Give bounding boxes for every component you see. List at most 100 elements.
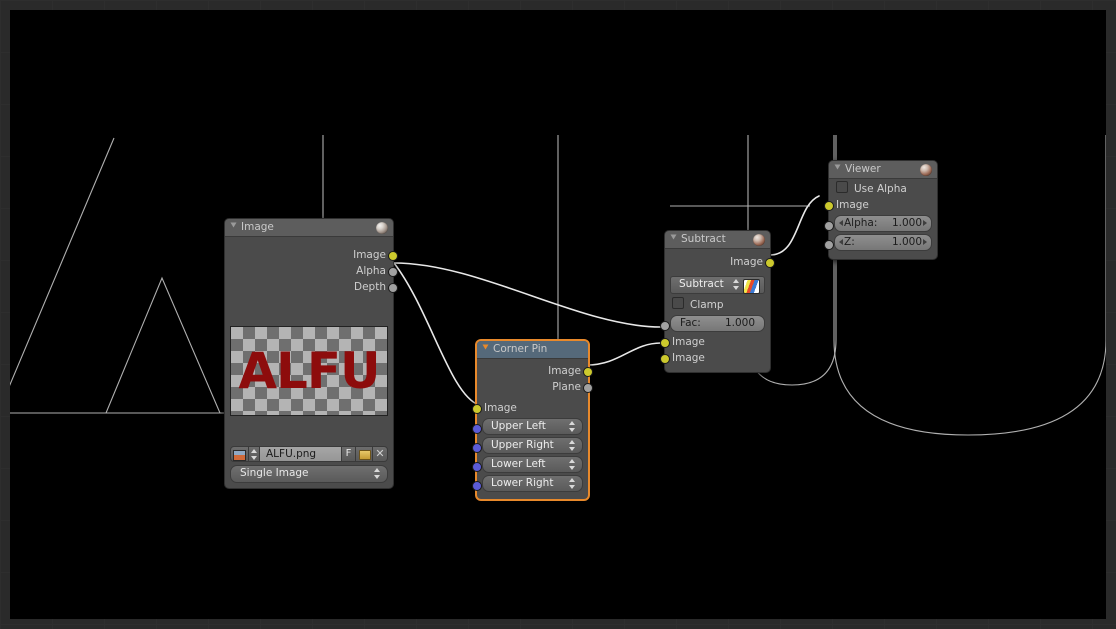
output-label-plane: Plane [552,381,581,393]
increment-arrow-icon[interactable] [923,239,927,245]
input-socket-lower-right[interactable] [472,481,482,491]
output-label-alpha: Alpha [356,265,386,277]
chevron-updown-icon[interactable] [569,459,576,470]
image-source-value: Single Image [240,467,309,479]
image-datablock-icon[interactable] [230,446,249,462]
upper-right-field[interactable]: Upper Right [482,437,583,454]
node-corner-pin-title: Corner Pin [493,343,548,355]
node-image-header[interactable]: Image [225,219,393,237]
input-socket-image-1[interactable] [660,338,670,348]
upper-right-label: Upper Right [491,439,554,451]
alpha-label: Alpha: [844,217,878,229]
z-value: 1.000 [891,236,922,248]
output-label-depth: Depth [354,281,386,293]
node-viewer[interactable]: Viewer Use Alpha Image Alpha: 1.000 Z: 1… [824,160,938,260]
use-alpha-checkbox-row[interactable]: Use Alpha [829,181,937,197]
upper-left-label: Upper Left [491,420,546,432]
node-subtract[interactable]: Subtract Image Subtract Clamp Fac: 1.000… [660,230,775,373]
input-row-image-2: Image [660,350,770,366]
input-socket-image[interactable] [472,404,482,414]
increment-arrow-icon[interactable] [923,220,927,226]
node-subtract-header[interactable]: Subtract [665,231,770,249]
node-image[interactable]: Image Image Alpha Depth ALFU ALFU.png F … [224,218,398,489]
output-socket-plane[interactable] [583,383,593,393]
z-field[interactable]: Z: 1.000 [834,234,932,251]
alpha-field[interactable]: Alpha: 1.000 [834,215,932,232]
fake-user-button[interactable]: F [342,446,356,462]
node-corner-pin-header[interactable]: Corner Pin [477,341,588,359]
decrement-arrow-icon[interactable] [839,220,843,226]
node-corner-pin[interactable]: Corner Pin Image Plane Image Upper Left … [472,340,593,500]
image-preview-text: ALFU [238,342,380,400]
upper-left-field[interactable]: Upper Left [482,418,583,435]
collapse-triangle-icon[interactable] [482,344,489,350]
clamp-label: Clamp [690,299,724,311]
output-socket-image[interactable] [583,367,593,377]
input-socket-upper-left[interactable] [472,424,482,434]
input-socket-upper-right[interactable] [472,443,482,453]
output-label-image: Image [730,256,763,268]
lower-left-field[interactable]: Lower Left [482,456,583,473]
node-corner-pin-body: Image Plane Image Upper Left Upper Right… [472,359,593,499]
open-file-icon[interactable] [356,446,373,462]
unlink-icon[interactable]: ✕ [373,446,388,462]
lower-right-field[interactable]: Lower Right [482,475,583,492]
input-socket-image[interactable] [824,201,834,211]
input-socket-fac[interactable] [660,321,670,331]
output-row-depth: Depth [225,279,398,295]
node-preview-ball-icon [920,164,932,176]
node-viewer-body: Use Alpha Image Alpha: 1.000 Z: 1.000 [824,179,937,259]
node-viewer-title: Viewer [845,163,881,175]
collapse-triangle-icon[interactable] [834,164,841,170]
collapse-triangle-icon[interactable] [230,222,237,228]
node-editor-window: Image Image Alpha Depth ALFU ALFU.png F … [0,0,1116,629]
input-socket-alpha[interactable] [824,221,834,231]
node-preview-ball-icon [376,222,388,234]
input-socket-z[interactable] [824,240,834,250]
node-image-title: Image [241,221,274,233]
chevron-updown-icon[interactable] [569,478,576,489]
image-file-row[interactable]: ALFU.png F ✕ [230,446,388,462]
z-label: Z: [844,236,855,248]
output-label-image: Image [548,365,581,377]
node-canvas[interactable]: Image Image Alpha Depth ALFU ALFU.png F … [10,10,1106,619]
image-source-dropdown[interactable]: Single Image [230,465,388,483]
clamp-checkbox[interactable] [672,297,684,309]
output-socket-depth[interactable] [388,283,398,293]
clamp-checkbox-row[interactable]: Clamp [665,297,770,313]
fac-field[interactable]: Fac: 1.000 [670,315,765,332]
input-label-image: Image [836,199,869,211]
output-row-alpha: Alpha [225,263,398,279]
output-label-image: Image [353,249,386,261]
node-preview-ball-icon [753,234,765,246]
blend-mode-value: Subtract [679,278,724,290]
input-row-image: Image [824,197,937,213]
input-socket-image-2[interactable] [660,354,670,364]
image-name-field[interactable]: ALFU.png [260,446,342,462]
node-image-body: Image Alpha Depth ALFU ALFU.png F ✕ Sing… [225,237,398,483]
chevron-updown-icon[interactable] [733,279,740,290]
use-alpha-checkbox[interactable] [836,181,848,193]
output-row-image: Image [665,254,775,270]
node-subtract-title: Subtract [681,233,726,245]
color-ramp-icon[interactable] [743,279,760,294]
lower-left-label: Lower Left [491,458,546,470]
collapse-triangle-icon[interactable] [670,234,677,240]
input-label-image-2: Image [672,352,705,364]
chevron-updown-icon[interactable] [374,468,381,479]
chevron-updown-icon[interactable] [569,440,576,451]
fac-value: 1.000 [724,317,755,329]
node-viewer-header[interactable]: Viewer [829,161,937,179]
chevron-updown-icon[interactable] [569,421,576,432]
output-socket-image[interactable] [388,251,398,261]
output-row-image: Image [477,363,593,379]
blend-mode-dropdown[interactable]: Subtract [670,276,765,294]
output-socket-alpha[interactable] [388,267,398,277]
image-datablock-spinner[interactable] [249,446,260,462]
output-socket-image[interactable] [765,258,775,268]
node-subtract-body: Image Subtract Clamp Fac: 1.000 Image Im… [660,249,775,372]
input-label-image: Image [484,402,517,414]
input-socket-lower-left[interactable] [472,462,482,472]
input-row-image-1: Image [660,334,770,350]
decrement-arrow-icon[interactable] [839,239,843,245]
